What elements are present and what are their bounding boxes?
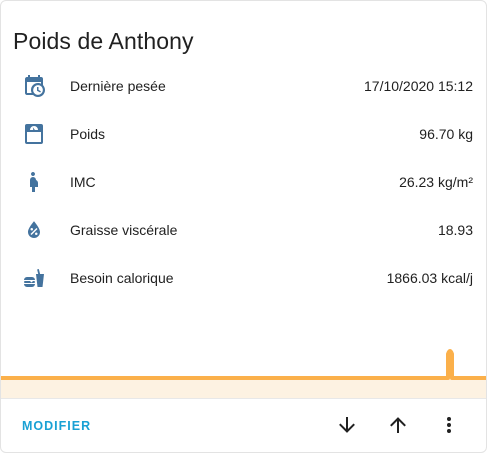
history-graph-fill xyxy=(1,351,486,399)
entity-value: 1866.03 kcal/j xyxy=(386,270,473,286)
modify-button[interactable]: MODIFIER xyxy=(13,411,100,441)
entity-row-graisse-viscerale[interactable]: Graisse viscérale 18.93 xyxy=(1,210,486,250)
water-percent-icon xyxy=(22,218,46,242)
entity-name: Poids xyxy=(70,126,106,142)
entity-value: 17/10/2020 15:12 xyxy=(364,78,473,94)
entity-row-derniere-pesee[interactable]: Dernière pesée 17/10/2020 15:12 xyxy=(1,66,486,106)
entity-name: IMC xyxy=(70,174,96,190)
entity-name: Dernière pesée xyxy=(70,78,166,94)
entity-value: 96.70 kg xyxy=(419,126,473,142)
card-actions: MODIFIER xyxy=(1,398,486,452)
card-title: Poids de Anthony xyxy=(13,28,194,54)
entity-name: Besoin calorique xyxy=(70,270,174,286)
arrow-down-icon[interactable] xyxy=(335,413,359,437)
history-graph-line xyxy=(1,349,486,380)
human-pregnant-icon xyxy=(22,170,46,194)
calendar-clock-icon xyxy=(22,74,46,98)
entity-row-imc[interactable]: IMC 26.23 kg/m² xyxy=(1,162,486,202)
entity-value: 26.23 kg/m² xyxy=(399,174,473,190)
history-graph xyxy=(1,341,486,399)
entity-name: Graisse viscérale xyxy=(70,222,178,238)
food-icon xyxy=(22,266,46,290)
entity-row-poids[interactable]: Poids 96.70 kg xyxy=(1,114,486,154)
entity-row-besoin-calorique[interactable]: Besoin calorique 1866.03 kcal/j xyxy=(1,258,486,298)
entity-value: 18.93 xyxy=(437,222,473,238)
entities-card: Poids de Anthony Dernière pesée 17/10/20… xyxy=(0,0,487,453)
scale-bathroom-icon xyxy=(22,122,46,146)
dots-vertical-icon[interactable] xyxy=(437,413,461,437)
arrow-up-icon[interactable] xyxy=(386,413,410,437)
